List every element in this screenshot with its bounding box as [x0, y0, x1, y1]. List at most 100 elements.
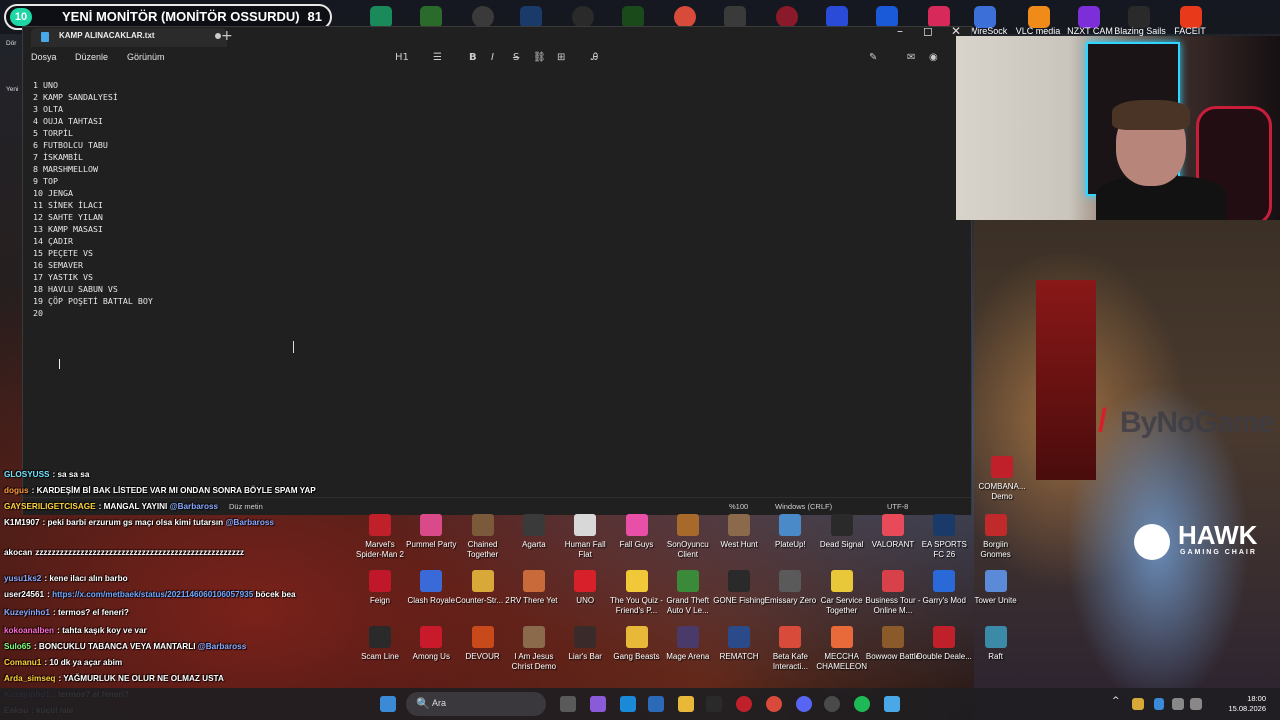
- task-view-icon[interactable]: [560, 696, 576, 712]
- chat-username[interactable]: GLOSYUSS: [4, 470, 50, 479]
- desktop-icon[interactable]: Mage Arena: [660, 626, 716, 662]
- chat-username[interactable]: user24561: [4, 590, 44, 599]
- chat-link[interactable]: https://x.com/metbaek/status/20211460601…: [52, 590, 253, 599]
- desktop-icon[interactable]: Bowwow Battle: [865, 626, 921, 662]
- italic-button[interactable]: I: [491, 52, 494, 63]
- clear-format-icon[interactable]: Ꭿ: [591, 52, 598, 63]
- desktop-icon[interactable]: REMATCH: [711, 626, 767, 662]
- edge-icon[interactable]: [620, 696, 636, 712]
- tray-app-icon[interactable]: [1132, 698, 1144, 710]
- desktop-icon[interactable]: Raft: [968, 626, 1024, 662]
- chat-username[interactable]: GAYSERILIGETCISAGE: [4, 502, 96, 511]
- desktop-icon[interactable]: Beta Kafe Interacti...: [762, 626, 818, 671]
- menu-edit[interactable]: Düzenle: [75, 52, 108, 62]
- notepad-window[interactable]: KAMP ALINACAKLAR.txt + – ◻ ✕ Dosya Düzen…: [22, 24, 972, 515]
- network-icon[interactable]: [1172, 698, 1184, 710]
- desktop-icon[interactable]: MECCHA CHAMELEON: [814, 626, 870, 671]
- link-icon[interactable]: ⛓: [533, 52, 546, 63]
- heading-dropdown[interactable]: H1: [395, 52, 409, 63]
- desktop-icon[interactable]: Feign: [352, 570, 408, 606]
- copilot-icon[interactable]: [590, 696, 606, 712]
- volume-icon[interactable]: [1190, 698, 1202, 710]
- desktop-icon[interactable]: Agarta: [506, 514, 562, 550]
- desktop-icon[interactable]: Business Tour - Online M...: [865, 570, 921, 615]
- notepad-tab[interactable]: KAMP ALINACAKLAR.txt: [31, 28, 227, 47]
- desktop-icon[interactable]: Double Deale...: [916, 626, 972, 662]
- status-zoom[interactable]: %100: [729, 502, 748, 511]
- desktop-icon[interactable]: RV There Yet: [506, 570, 562, 606]
- microphone-icon[interactable]: [1154, 698, 1164, 710]
- faceit-icon[interactable]: [1180, 6, 1202, 28]
- desktop-icon[interactable]: Dead Signal: [814, 514, 870, 550]
- chat-username[interactable]: akocan: [4, 548, 32, 557]
- chat-username[interactable]: Arda_simseq: [4, 674, 55, 683]
- chat-username[interactable]: dogus: [4, 486, 29, 495]
- nvidia-icon[interactable]: [420, 6, 442, 28]
- desktop-icon[interactable]: Chained Together: [455, 514, 511, 559]
- chrome-icon[interactable]: [766, 696, 782, 712]
- capcut-icon[interactable]: [706, 696, 722, 712]
- new-tab-button[interactable]: +: [221, 28, 233, 44]
- desktop-icon[interactable]: DEVOUR: [455, 626, 511, 662]
- strikethrough-button[interactable]: S: [513, 52, 519, 63]
- menu-view[interactable]: Görünüm: [127, 52, 165, 62]
- chat-username[interactable]: yusu1ks2: [4, 574, 41, 583]
- app-icon[interactable]: [736, 696, 752, 712]
- search-box[interactable]: 🔍 Ara: [406, 692, 546, 716]
- desktop-icon[interactable]: COMBANA... Demo: [974, 456, 1030, 501]
- chat-username[interactable]: Sulo65: [4, 642, 31, 651]
- taskbar-app-icon[interactable]: [370, 6, 392, 28]
- desktop-icon[interactable]: Grand Theft Auto V Le...: [660, 570, 716, 615]
- desktop-icon[interactable]: PlateUp!: [762, 514, 818, 550]
- desktop-icon[interactable]: I Am Jesus Christ Demo: [506, 626, 562, 671]
- file-explorer-icon[interactable]: [678, 696, 694, 712]
- notepad-text-area[interactable]: 1 UNO 2 KAMP SANDALYESİ 3 OLTA 4 OUJA TA…: [33, 79, 953, 479]
- desktop-icon[interactable]: Marvel's Spider-Man 2: [352, 514, 408, 559]
- desktop-icon[interactable]: Car Service Together: [814, 570, 870, 615]
- desktop-icon[interactable]: Gang Beasts: [609, 626, 665, 662]
- list-dropdown-icon[interactable]: ☰: [433, 52, 442, 63]
- chat-username[interactable]: kokoanalben: [4, 626, 54, 635]
- desktop-icon[interactable]: Tower Unite: [968, 570, 1024, 606]
- desktop-icon[interactable]: Borgiin Gnomes: [968, 514, 1024, 559]
- notepad-icon[interactable]: [884, 696, 900, 712]
- taskbar-clock[interactable]: 18:00 15.08.2026: [1228, 694, 1266, 714]
- vlc-icon[interactable]: [1028, 6, 1050, 28]
- desktop-icon[interactable]: Scam Line: [352, 626, 408, 662]
- desktop-icon[interactable]: Garry's Mod: [916, 570, 972, 606]
- status-encoding[interactable]: UTF-8: [887, 502, 908, 511]
- chat-username[interactable]: Kuzeyinho1: [4, 608, 50, 617]
- spotify-icon[interactable]: [854, 696, 870, 712]
- start-icon[interactable]: [380, 696, 396, 712]
- desktop-icon[interactable]: Liar's Bar: [557, 626, 613, 662]
- status-line-ending[interactable]: Windows (CRLF): [775, 502, 832, 511]
- desktop-icon[interactable]: Clash Royale: [403, 570, 459, 606]
- chat-mention[interactable]: @Barbaross: [170, 502, 219, 511]
- chrome-icon[interactable]: [674, 6, 696, 28]
- desktop-icon[interactable]: The You Quiz - Friend's P...: [609, 570, 665, 615]
- share-icon[interactable]: ✉: [907, 52, 915, 63]
- desktop-icon[interactable]: VALORANT: [865, 514, 921, 550]
- bold-button[interactable]: B: [469, 52, 477, 63]
- discord-icon[interactable]: [796, 696, 812, 712]
- desktop-icon[interactable]: SonOyuncu Client: [660, 514, 716, 559]
- chat-mention[interactable]: @Barbaross: [198, 642, 247, 651]
- app-icon[interactable]: [472, 6, 494, 28]
- chat-username[interactable]: K1M1907: [4, 518, 40, 527]
- desktop-icon[interactable]: GONE Fishing: [711, 570, 767, 606]
- desktop-icon[interactable]: Pummel Party: [403, 514, 459, 550]
- desktop-icon[interactable]: West Hunt: [711, 514, 767, 550]
- steam-icon[interactable]: [520, 6, 542, 28]
- chat-username[interactable]: Comanu1: [4, 658, 41, 667]
- minimize-button[interactable]: –: [887, 24, 913, 38]
- app-icon[interactable]: [572, 6, 594, 28]
- maximize-button[interactable]: ◻: [915, 24, 941, 38]
- nzxt-icon[interactable]: [1078, 6, 1100, 28]
- desktop-icon[interactable]: EA SPORTS FC 26: [916, 514, 972, 559]
- account-icon[interactable]: ◉: [929, 52, 938, 63]
- desktop-icon[interactable]: Counter-Str... 2: [455, 570, 511, 606]
- copilot-icon[interactable]: ✎: [869, 52, 877, 63]
- ea-icon[interactable]: [826, 6, 848, 28]
- blazing-sails-icon[interactable]: [1128, 6, 1150, 28]
- desktop-icon[interactable]: UNO: [557, 570, 613, 606]
